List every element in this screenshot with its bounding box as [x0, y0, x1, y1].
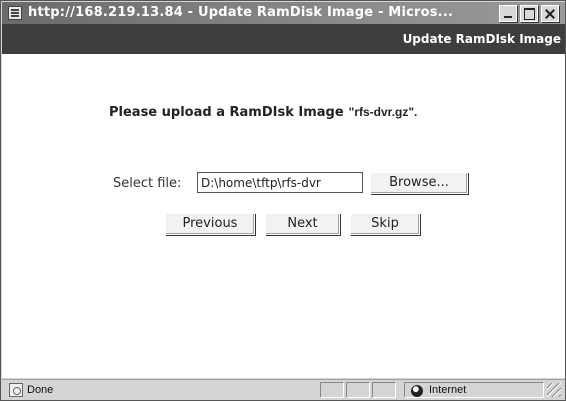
- page-done-icon: [9, 383, 23, 397]
- status-panel: [346, 382, 370, 398]
- browser-window: http://168.219.13.84 - Update RamDisk Im…: [0, 0, 566, 401]
- upload-instruction: Please upload a RamDIsk Image "rfs-dvr.gz…: [109, 105, 417, 120]
- file-path-input[interactable]: D:\home\tftp\rfs-dvr: [197, 172, 363, 193]
- browse-button[interactable]: Browse...: [370, 172, 468, 194]
- status-text: Done: [27, 384, 54, 396]
- previous-button[interactable]: Previous: [165, 213, 255, 235]
- title-bar[interactable]: http://168.219.13.84 - Update RamDisk Im…: [2, 2, 565, 24]
- instruction-text: Please upload a RamDIsk Image: [109, 105, 344, 120]
- header-band: Update RamDIsk Image: [2, 24, 565, 54]
- required-filename: "rfs-dvr.gz".: [348, 105, 418, 119]
- minimize-button[interactable]: [499, 5, 517, 22]
- resize-grip-icon[interactable]: [547, 383, 561, 397]
- status-panel: [372, 382, 396, 398]
- page-content: Update RamDIsk Image Please upload a Ram…: [2, 24, 565, 378]
- zone-label: Internet: [429, 384, 467, 396]
- ie-page-icon: [8, 6, 22, 20]
- skip-button[interactable]: Skip: [350, 213, 420, 235]
- status-panel: [320, 382, 344, 398]
- next-button[interactable]: Next: [265, 213, 340, 235]
- page-title: Update RamDIsk Image: [402, 32, 561, 46]
- select-file-label: Select file:: [113, 176, 182, 191]
- status-bar: Done Internet: [2, 379, 565, 400]
- security-zone-panel[interactable]: Internet: [404, 382, 544, 398]
- globe-icon: [411, 385, 423, 397]
- close-button[interactable]: [541, 5, 559, 22]
- maximize-button[interactable]: [520, 5, 538, 22]
- window-title: http://168.219.13.84 - Update RamDisk Im…: [28, 5, 454, 20]
